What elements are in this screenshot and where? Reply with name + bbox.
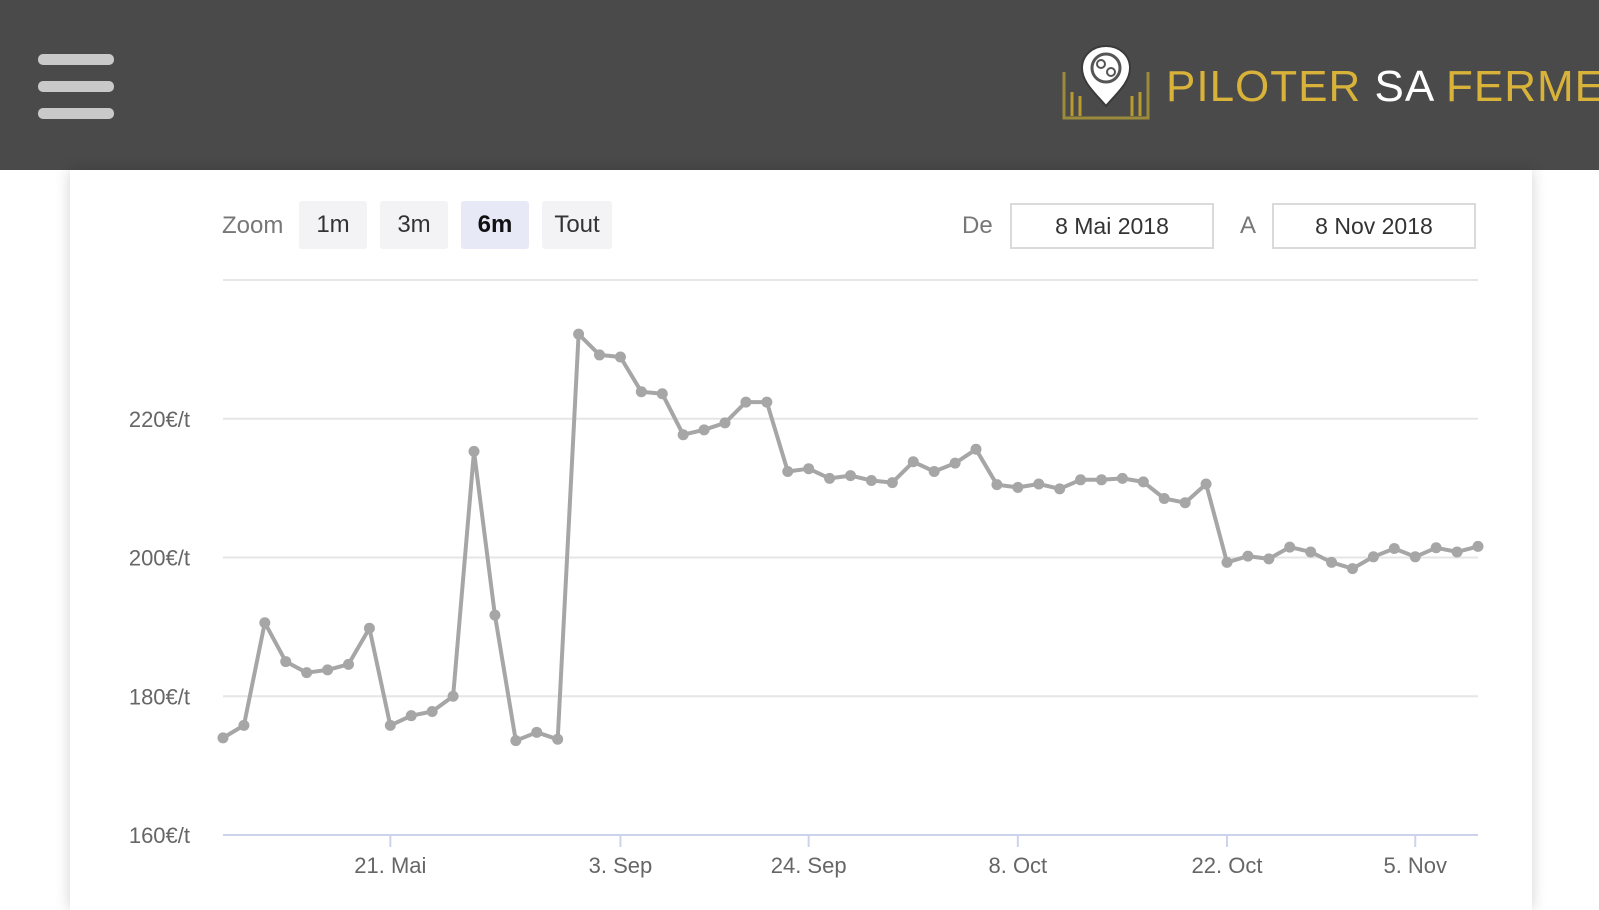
data-point (949, 457, 961, 469)
data-point (761, 396, 773, 408)
y-tick-label: 220€/t (129, 407, 190, 432)
data-point (782, 465, 794, 477)
data-point (301, 667, 313, 679)
data-point (970, 443, 982, 455)
data-point (594, 349, 605, 361)
data-point (426, 706, 438, 718)
data-point (1242, 550, 1254, 562)
data-point (1409, 551, 1421, 563)
data-point (384, 719, 396, 731)
data-point (217, 732, 229, 744)
data-point (1263, 553, 1275, 565)
data-point (1284, 541, 1296, 553)
data-point (363, 622, 375, 634)
x-tick-label: 5. Nov (1383, 853, 1447, 878)
data-point (1096, 474, 1107, 486)
data-point (698, 424, 710, 436)
data-point (1158, 493, 1170, 505)
data-point (1221, 556, 1233, 568)
data-point (405, 710, 417, 722)
price-line-chart: 160€/t 180€/t 200€/t 220€/t 21. Mai 3. Sep 24.… (129, 279, 1484, 878)
data-point (656, 388, 668, 400)
data-point (907, 456, 919, 468)
data-point (447, 690, 459, 702)
data-point (552, 733, 564, 745)
data-point (1012, 481, 1024, 493)
data-point (510, 735, 522, 747)
data-point (1116, 472, 1128, 484)
data-point (1326, 556, 1338, 568)
data-point (845, 470, 856, 482)
data-point (719, 417, 731, 429)
x-tick-label: 22. Oct (1192, 853, 1263, 878)
x-tick-label: 24. Sep (771, 853, 847, 878)
data-point (343, 658, 354, 670)
data-point (635, 386, 647, 398)
data-point (322, 664, 334, 676)
data-point (886, 477, 898, 489)
series-line (221, 332, 1479, 743)
data-point (1305, 546, 1317, 558)
data-point (1430, 542, 1442, 554)
data-point (1472, 540, 1484, 552)
data-point (865, 474, 877, 486)
data-point (740, 396, 752, 408)
data-point (1137, 476, 1149, 488)
data-point (468, 445, 480, 457)
x-tick-label: 3. Sep (589, 853, 653, 878)
data-point (1200, 478, 1212, 490)
x-tick-label: 8. Oct (988, 853, 1047, 878)
data-point (824, 472, 836, 484)
data-point (1367, 551, 1379, 563)
data-point (677, 429, 689, 441)
data-point (1388, 542, 1400, 554)
y-tick-label: 200€/t (129, 546, 190, 571)
data-point (238, 719, 250, 731)
data-point (1347, 563, 1358, 575)
data-point (1179, 497, 1191, 509)
data-point (803, 463, 815, 475)
data-point (531, 726, 543, 738)
data-point (991, 479, 1003, 491)
data-point (489, 609, 501, 621)
data-point (928, 465, 940, 477)
y-tick-label: 180€/t (129, 684, 190, 709)
data-point (1033, 478, 1045, 490)
data-point (614, 351, 626, 363)
x-tick-label: 21. Mai (354, 853, 426, 878)
data-point (1075, 474, 1087, 486)
data-point (280, 656, 292, 668)
data-point (259, 617, 271, 629)
y-tick-label: 160€/t (129, 823, 190, 848)
data-point (1054, 483, 1066, 495)
data-point (573, 328, 585, 340)
data-point (1451, 546, 1463, 558)
